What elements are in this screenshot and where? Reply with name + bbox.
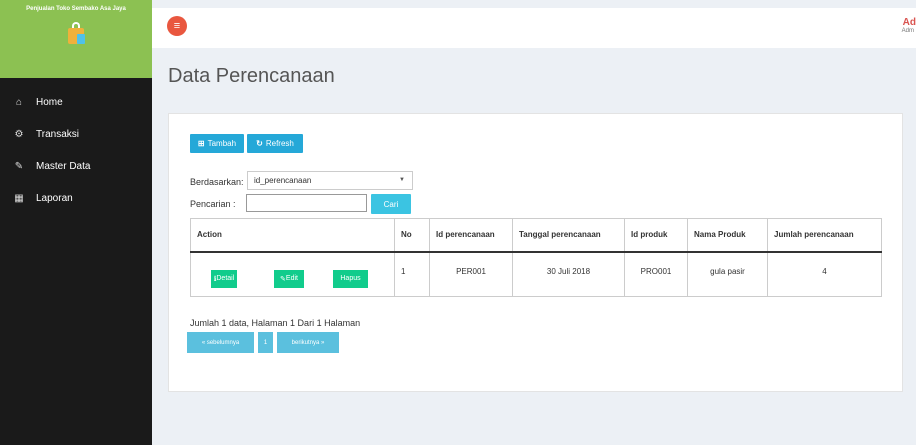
sidebar-item-label: Laporan — [36, 192, 73, 204]
col-no: No — [394, 218, 430, 253]
topbar: ≡ Ad Adm — [152, 8, 916, 48]
filter-select[interactable]: id_perencanaan ▼ — [247, 171, 413, 190]
cogs-icon: ⚙ — [14, 128, 24, 140]
next-page-button[interactable]: berikutnya » — [277, 332, 339, 353]
table-row: ℹ Detail ✎ Edit Hapus 1 PER001 30 Juli 2… — [190, 251, 882, 297]
edit-button[interactable]: ✎ Edit — [274, 269, 304, 288]
cell-id-perencanaan: PER001 — [429, 251, 513, 297]
tambah-button[interactable]: ⊞ Tambah — [190, 134, 244, 153]
col-jumlah: Jumlah perencanaan — [767, 218, 882, 253]
sidebar-item-laporan[interactable]: ▦ Laporan — [0, 182, 152, 214]
cari-button[interactable]: Cari — [371, 194, 411, 214]
detail-label: Detail — [216, 275, 235, 282]
cell-no: 1 — [394, 251, 430, 297]
sidebar-item-label: Home — [36, 96, 63, 108]
user-role: Adm — [901, 28, 914, 34]
table-header-row: Action No Id perencanaan Tanggal perenca… — [190, 218, 882, 253]
page-1-button[interactable]: 1 — [258, 332, 273, 353]
shopping-bag-icon — [65, 22, 87, 46]
refresh-button[interactable]: ↻ Refresh — [247, 134, 303, 153]
col-id-perencanaan: Id perencanaan — [429, 218, 513, 253]
sidebar-brand[interactable]: Penjualan Toko Sembako Asa Jaya — [0, 0, 152, 78]
content-panel: ⊞ Tambah ↻ Refresh Berdasarkan: id_peren… — [168, 113, 903, 392]
edit-icon: ✎ — [14, 160, 24, 172]
col-nama-produk: Nama Produk — [687, 218, 768, 253]
hamburger-icon: ≡ — [173, 20, 181, 32]
calendar-icon: ▦ — [14, 192, 24, 204]
sidebar-item-label: Master Data — [36, 160, 91, 172]
col-action: Action — [190, 218, 395, 253]
search-input[interactable] — [246, 194, 367, 212]
tambah-label: Tambah — [207, 139, 237, 148]
sidebar-item-label: Transaksi — [36, 128, 79, 140]
sidebar-nav: ⌂ Home ⚙ Transaksi ✎ Master Data ▦ Lapor… — [0, 86, 152, 214]
prev-page-button[interactable]: « sebelumnya — [187, 332, 254, 353]
cell-id-produk: PRO001 — [624, 251, 688, 297]
hapus-button[interactable]: Hapus — [333, 269, 368, 288]
caret-down-icon: ▼ — [399, 177, 405, 183]
sidebar-item-master-data[interactable]: ✎ Master Data — [0, 150, 152, 182]
brand-title: Penjualan Toko Sembako Asa Jaya — [26, 6, 126, 12]
cell-tanggal: 30 Juli 2018 — [512, 251, 625, 297]
plus-icon: ⊞ — [197, 139, 205, 148]
sidebar-item-home[interactable]: ⌂ Home — [0, 86, 152, 118]
refresh-label: Refresh — [265, 139, 294, 148]
col-id-produk: Id produk — [624, 218, 688, 253]
refresh-icon: ↻ — [256, 139, 263, 148]
sidebar-item-transaksi[interactable]: ⚙ Transaksi — [0, 118, 152, 150]
data-table: Action No Id perencanaan Tanggal perenca… — [190, 218, 882, 297]
page-title: Data Perencanaan — [168, 65, 335, 87]
filter-selected-value: id_perencanaan — [254, 176, 312, 185]
search-label: Pencarian : — [190, 199, 236, 209]
filter-label: Berdasarkan: — [190, 177, 244, 187]
detail-button[interactable]: ℹ Detail — [211, 269, 237, 288]
home-icon: ⌂ — [15, 96, 23, 108]
action-cell: ℹ Detail ✎ Edit Hapus — [190, 251, 395, 297]
pagination-summary: Jumlah 1 data, Halaman 1 Dari 1 Halaman — [190, 318, 361, 328]
cell-jumlah: 4 — [767, 251, 882, 297]
user-name[interactable]: Ad — [903, 17, 916, 28]
cell-nama-produk: gula pasir — [687, 251, 768, 297]
sidebar: Penjualan Toko Sembako Asa Jaya ⌂ Home ⚙… — [0, 0, 152, 445]
menu-toggle-button[interactable]: ≡ — [167, 16, 187, 36]
col-tanggal: Tanggal perencanaan — [512, 218, 625, 253]
edit-label: Edit — [285, 275, 298, 282]
